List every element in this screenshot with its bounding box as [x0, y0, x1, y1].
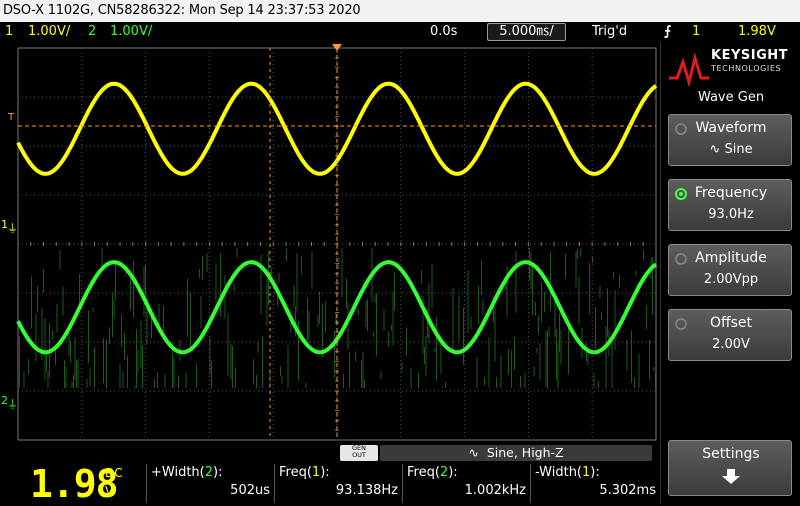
waveform-display[interactable]: T 1 ⏚ 2 ⏚: [0, 42, 660, 442]
softkey-waveform[interactable]: Waveform ∿ Sine: [668, 114, 792, 166]
trigger-state: Trig'd: [592, 24, 628, 39]
trigger-source[interactable]: 1: [692, 22, 700, 42]
title-bar: DSO-X 1102G, CN58286322: Mon Sep 14 23:3…: [0, 0, 800, 22]
ch1-scale[interactable]: 1.00V/: [28, 22, 70, 42]
softkey-amplitude-value: 2.00Vpp: [703, 272, 759, 287]
logo-sub: TECHNOLOGIES: [711, 64, 782, 73]
softkey-settings-label: Settings: [702, 446, 760, 462]
softkey-amplitude-label: Amplitude: [695, 250, 767, 266]
sine-wave-icon: ∿: [468, 445, 479, 460]
softkey-waveform-value: ∿ Sine: [709, 142, 753, 157]
softkey-waveform-label: Waveform: [695, 120, 767, 136]
logo-brand: KEYSIGHT: [711, 48, 788, 63]
measurement-value: 502us: [230, 483, 270, 498]
sine-wave-icon: ∿: [709, 142, 721, 157]
ch2-scale[interactable]: 1.00V/: [110, 22, 152, 42]
softkey-offset-value: 2.00V: [712, 337, 750, 352]
horizontal-delay[interactable]: 0.0s: [430, 22, 457, 42]
softkey-offset-label: Offset: [709, 315, 753, 331]
gen-out-label: GEN OUT: [340, 445, 378, 461]
softkey-amplitude[interactable]: Amplitude 2.00Vpp: [668, 244, 792, 296]
down-arrow-icon: [722, 469, 740, 484]
graticule-svg: T 1 ⏚ 2 ⏚: [1, 44, 658, 441]
dvm-unit: V: [105, 484, 114, 498]
ch2-ground-icon: ⏚: [7, 398, 18, 411]
gen-out-status[interactable]: ∿ Sine, High-Z: [380, 445, 652, 461]
gen-out-bar: GEN OUT ∿ Sine, High-Z: [0, 442, 660, 464]
measurement-item[interactable]: Freq(1): 93.138Hz: [274, 464, 402, 503]
status-bar: 1 1.00V/ 2 1.00V/ 0.0s 5.000㎳/ Trig'd ⨍ …: [0, 22, 800, 42]
timebase-box[interactable]: 5.000㎳/: [487, 23, 566, 41]
softkey-offset[interactable]: Offset 2.00V: [668, 309, 792, 361]
title-text: DSO-X 1102G, CN58286322: Mon Sep 14 23:3…: [3, 3, 361, 18]
ch1-number[interactable]: 1: [5, 22, 13, 42]
trigger-edge-icon: ⨍: [664, 24, 672, 39]
trigger-level[interactable]: 1.98V: [738, 22, 776, 42]
softkey-frequency-label: Frequency: [694, 185, 768, 201]
trigger-level-marker: T: [7, 112, 15, 123]
ch2-number[interactable]: 2: [88, 22, 96, 42]
softkey-settings[interactable]: Settings: [668, 440, 792, 496]
measurement-item[interactable]: +Width(2): 502us: [146, 464, 274, 503]
softkey-panel: KEYSIGHT TECHNOLOGIES Wave Gen Waveform …: [660, 42, 800, 503]
dvm-mode: DC: [105, 466, 123, 480]
softkey-frequency[interactable]: Frequency 93.0Hz: [668, 179, 792, 231]
measurement-bar: 1.98 DC V +Width(2): 502us Freq(1): 93.1…: [0, 462, 660, 506]
softkey-frequency-value: 93.0Hz: [708, 207, 754, 222]
measurement-value: 93.138Hz: [335, 483, 398, 498]
menu-title: Wave Gen: [697, 90, 765, 105]
measurement-item[interactable]: Freq(2): 1.002kHz: [402, 464, 530, 503]
measurement-item[interactable]: -Width(1): 5.302ms: [530, 464, 660, 503]
measurement-value: 1.002kHz: [464, 483, 526, 498]
ch1-ground-icon: ⏚: [7, 222, 18, 235]
measurement-value: 5.302ms: [599, 483, 656, 498]
